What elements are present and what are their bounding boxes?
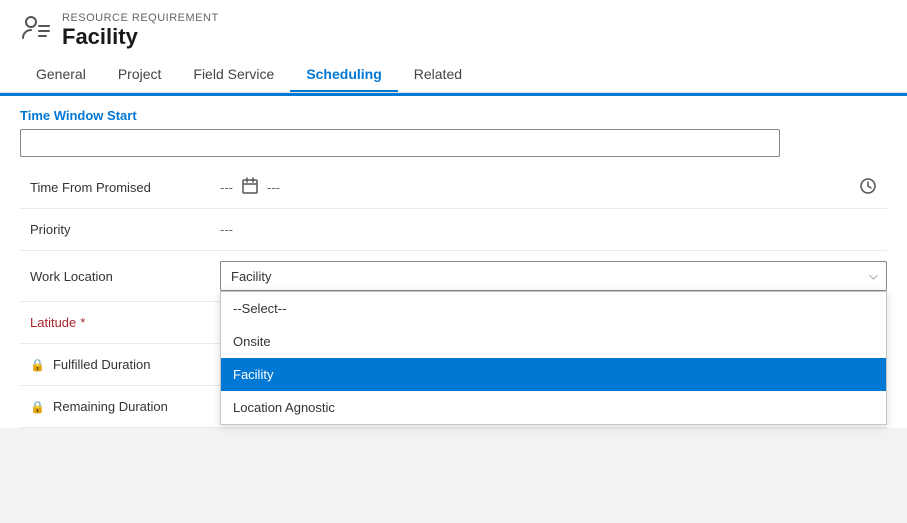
time-from-promised-label: Time From Promised <box>20 180 220 195</box>
remaining-duration-label: 🔒 Remaining Duration <box>20 399 220 414</box>
dropdown-option--select-[interactable]: --Select-- <box>221 292 886 325</box>
time-from-promised-value2: --- <box>267 180 280 195</box>
form-section: Time Window Start Time From Promised ---… <box>0 96 907 428</box>
main-content: Time Window Start Time From Promised ---… <box>0 96 907 428</box>
time-from-promised-value1: --- <box>220 180 233 195</box>
work-location-dropdown-container: Facility ⌵ --Select--OnsiteFacilityLocat… <box>220 261 887 291</box>
time-from-promised-row: Time From Promised --- --- <box>20 167 887 209</box>
tab-project[interactable]: Project <box>102 58 178 92</box>
required-star: * <box>80 315 85 330</box>
record-icon <box>20 12 52 44</box>
lock-icon-remaining: 🔒 <box>30 400 45 414</box>
dropdown-option-onsite[interactable]: Onsite <box>221 325 886 358</box>
record-type-label: RESOURCE REQUIREMENT <box>62 12 219 24</box>
tab-scheduling[interactable]: Scheduling <box>290 58 397 92</box>
priority-value1: --- <box>220 222 233 237</box>
tab-field-service[interactable]: Field Service <box>177 58 290 92</box>
page-title: Facility <box>62 24 219 50</box>
work-location-dropdown[interactable]: Facility ⌵ <box>220 261 887 291</box>
priority-row: Priority --- <box>20 209 887 251</box>
tab-navigation: GeneralProjectField ServiceSchedulingRel… <box>20 58 887 92</box>
section-title: Time Window Start <box>20 108 887 123</box>
work-location-label: Work Location <box>20 269 220 284</box>
work-location-selected: Facility <box>231 269 271 284</box>
tab-general[interactable]: General <box>20 58 102 92</box>
time-from-promised-value: --- --- <box>220 177 887 198</box>
work-location-dropdown-menu: --Select--OnsiteFacilityLocation Agnosti… <box>220 291 887 425</box>
calendar-icon[interactable] <box>241 177 259 198</box>
clock-icon[interactable] <box>859 177 887 198</box>
tab-related[interactable]: Related <box>398 58 478 92</box>
latitude-label: Latitude* <box>20 315 220 330</box>
work-location-value: Facility ⌵ --Select--OnsiteFacilityLocat… <box>220 261 887 291</box>
work-location-row: Work Location Facility ⌵ --Select--Onsit… <box>20 251 887 302</box>
priority-value: --- <box>220 222 887 237</box>
time-window-start-input[interactable] <box>20 129 780 157</box>
lock-icon-fulfilled: 🔒 <box>30 358 45 372</box>
fulfilled-duration-label: 🔒 Fulfilled Duration <box>20 357 220 372</box>
dropdown-arrow-icon: ⌵ <box>869 269 878 284</box>
dropdown-option-facility[interactable]: Facility <box>221 358 886 391</box>
dropdown-option-location-agnostic[interactable]: Location Agnostic <box>221 391 886 424</box>
priority-label: Priority <box>20 222 220 237</box>
app-header: RESOURCE REQUIREMENT Facility GeneralPro… <box>0 0 907 93</box>
